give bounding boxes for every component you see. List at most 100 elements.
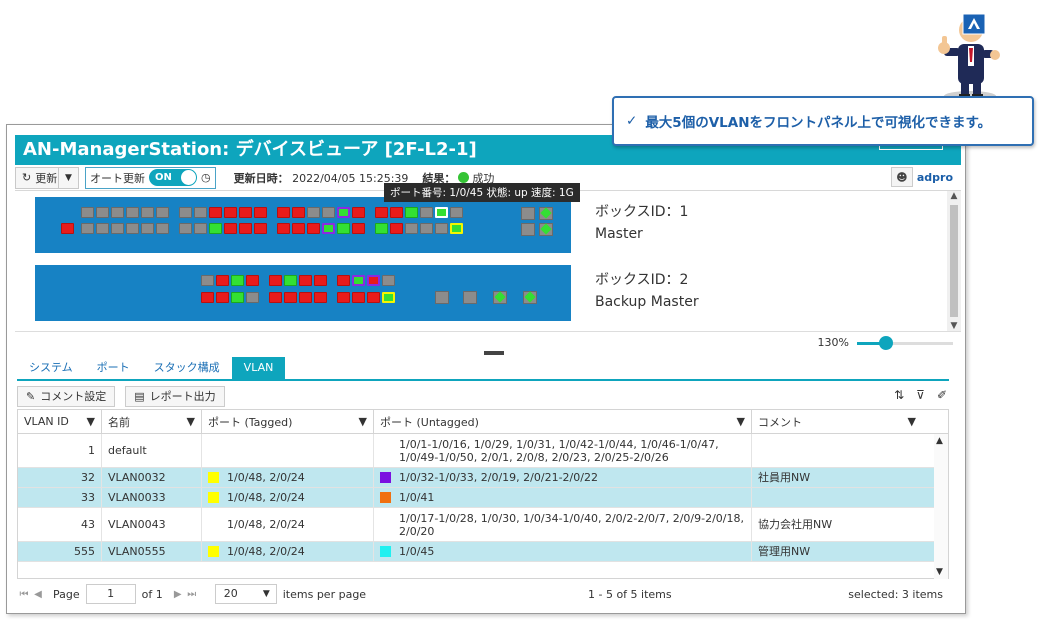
switch-port[interactable]	[299, 292, 312, 303]
clear-filter-icon[interactable]: ⊽	[916, 388, 925, 402]
switch-port[interactable]	[352, 292, 365, 303]
filter-icon[interactable]: ▼	[908, 415, 916, 428]
switch-port[interactable]	[231, 292, 244, 303]
sfp-port[interactable]	[539, 207, 553, 220]
scroll-down-icon[interactable]: ▼	[936, 567, 943, 577]
clock-icon[interactable]: ◷	[201, 171, 211, 184]
switch-port[interactable]	[284, 275, 297, 286]
switch-port[interactable]	[269, 292, 282, 303]
switch-port[interactable]	[201, 275, 214, 286]
switch-port[interactable]	[254, 207, 267, 218]
switch-port[interactable]	[435, 207, 448, 218]
filter-icon[interactable]: ▼	[187, 415, 195, 428]
switch-port[interactable]	[254, 223, 267, 234]
report-output-button[interactable]: ▤ レポート出力	[125, 385, 225, 407]
filter-icon[interactable]: ▼	[87, 415, 95, 428]
switch-port[interactable]	[61, 223, 74, 234]
scroll-up-icon[interactable]: ▲	[936, 436, 943, 446]
zoom-slider[interactable]	[857, 336, 953, 350]
tab-vlan[interactable]: VLAN	[231, 357, 286, 379]
user-menu[interactable]: ☻ adpro	[890, 167, 953, 187]
switch-port[interactable]	[382, 292, 395, 303]
switch-port[interactable]	[322, 207, 335, 218]
switch-port[interactable]	[367, 292, 380, 303]
switch-port[interactable]	[405, 223, 418, 234]
switch-port[interactable]	[450, 223, 463, 234]
switch-port[interactable]	[216, 275, 229, 286]
switch-port[interactable]	[111, 207, 124, 218]
switch-port[interactable]	[216, 292, 229, 303]
switch-port[interactable]	[292, 223, 305, 234]
switch-port[interactable]	[126, 223, 139, 234]
last-page-icon[interactable]: ⏭	[185, 589, 199, 600]
pane-splitter[interactable]	[484, 351, 504, 355]
column-header-comment[interactable]: コメント ▼	[752, 410, 936, 433]
switch-port[interactable]	[239, 223, 252, 234]
switch-port[interactable]	[209, 207, 222, 218]
switch-port[interactable]	[390, 223, 403, 234]
switch-port[interactable]	[179, 207, 192, 218]
switch-port[interactable]	[284, 292, 297, 303]
switch-port[interactable]	[299, 275, 312, 286]
switch-port[interactable]	[194, 207, 207, 218]
switch-port[interactable]	[307, 223, 320, 234]
scroll-down-icon[interactable]: ▼	[947, 321, 961, 331]
sfp-port[interactable]	[521, 223, 535, 236]
switch-port[interactable]	[314, 275, 327, 286]
scroll-thumb[interactable]	[950, 205, 958, 317]
filter-icon[interactable]: ▼	[359, 415, 367, 428]
sfp-port[interactable]	[463, 291, 477, 304]
switch-port[interactable]	[405, 207, 418, 218]
column-header-vlan-id[interactable]: VLAN ID ▼	[18, 410, 102, 433]
switch-port[interactable]	[375, 223, 388, 234]
table-row[interactable]: 43 VLAN0043 1/0/48, 2/0/24 1/0/17-1/0/28, 1…	[18, 508, 936, 542]
tab-system[interactable]: システム	[17, 357, 85, 379]
page-input[interactable]: 1	[85, 584, 136, 604]
switch-port[interactable]	[450, 207, 463, 218]
switch-port[interactable]	[141, 207, 154, 218]
switch-port[interactable]	[156, 207, 169, 218]
switch-port[interactable]	[246, 292, 259, 303]
clear-sort-icon[interactable]: ⇅	[894, 388, 904, 402]
switch-port[interactable]	[375, 207, 388, 218]
switch-port[interactable]	[194, 223, 207, 234]
tab-stack[interactable]: スタック構成	[142, 357, 232, 379]
switch-port[interactable]	[277, 207, 290, 218]
switch-port[interactable]	[322, 223, 335, 234]
switch-port[interactable]	[367, 275, 380, 286]
sfp-port[interactable]	[539, 223, 553, 236]
switch-port[interactable]	[156, 223, 169, 234]
page-size-select[interactable]: 20 ▼	[214, 584, 277, 604]
chevron-down-icon[interactable]: ▼	[58, 167, 78, 188]
table-row[interactable]: 33 VLAN0033 1/0/48, 2/0/24 1/0/41	[18, 488, 936, 508]
sfp-port[interactable]	[435, 291, 449, 304]
device-area-scrollbar[interactable]: ▲ ▼	[947, 191, 961, 331]
switch-port[interactable]	[231, 275, 244, 286]
switch-port[interactable]	[246, 275, 259, 286]
refresh-button[interactable]: ↻ 更新 ▼	[15, 166, 79, 189]
table-row[interactable]: 555 VLAN0555 1/0/48, 2/0/24 1/0/45 管理用NW	[18, 542, 936, 562]
first-page-icon[interactable]: ⏮	[17, 589, 31, 600]
column-header-name[interactable]: 名前 ▼	[102, 410, 202, 433]
switch-port[interactable]	[352, 223, 365, 234]
switch-port[interactable]	[224, 207, 237, 218]
switch-port[interactable]	[179, 223, 192, 234]
filter-icon[interactable]: ▼	[737, 415, 745, 428]
switch-port[interactable]	[224, 223, 237, 234]
table-row[interactable]: 1 default 1/0/1-1/0/16, 1/0/29, 1/0/31, 1/…	[18, 434, 936, 468]
switch-port[interactable]	[337, 292, 350, 303]
switch-port[interactable]	[352, 275, 365, 286]
switch-port[interactable]	[111, 223, 124, 234]
switch-port[interactable]	[420, 223, 433, 234]
switch-port[interactable]	[435, 223, 448, 234]
grid-scrollbar[interactable]: ▲ ▼	[934, 434, 948, 579]
switch-port[interactable]	[352, 207, 365, 218]
switch-port[interactable]	[96, 207, 109, 218]
switch-port[interactable]	[314, 292, 327, 303]
column-header-tagged[interactable]: ポート (Tagged) ▼	[202, 410, 374, 433]
prev-page-icon[interactable]: ◀	[31, 589, 45, 600]
switch-port[interactable]	[307, 207, 320, 218]
switch-port[interactable]	[337, 223, 350, 234]
switch-port[interactable]	[420, 207, 433, 218]
switch-port[interactable]	[209, 223, 222, 234]
